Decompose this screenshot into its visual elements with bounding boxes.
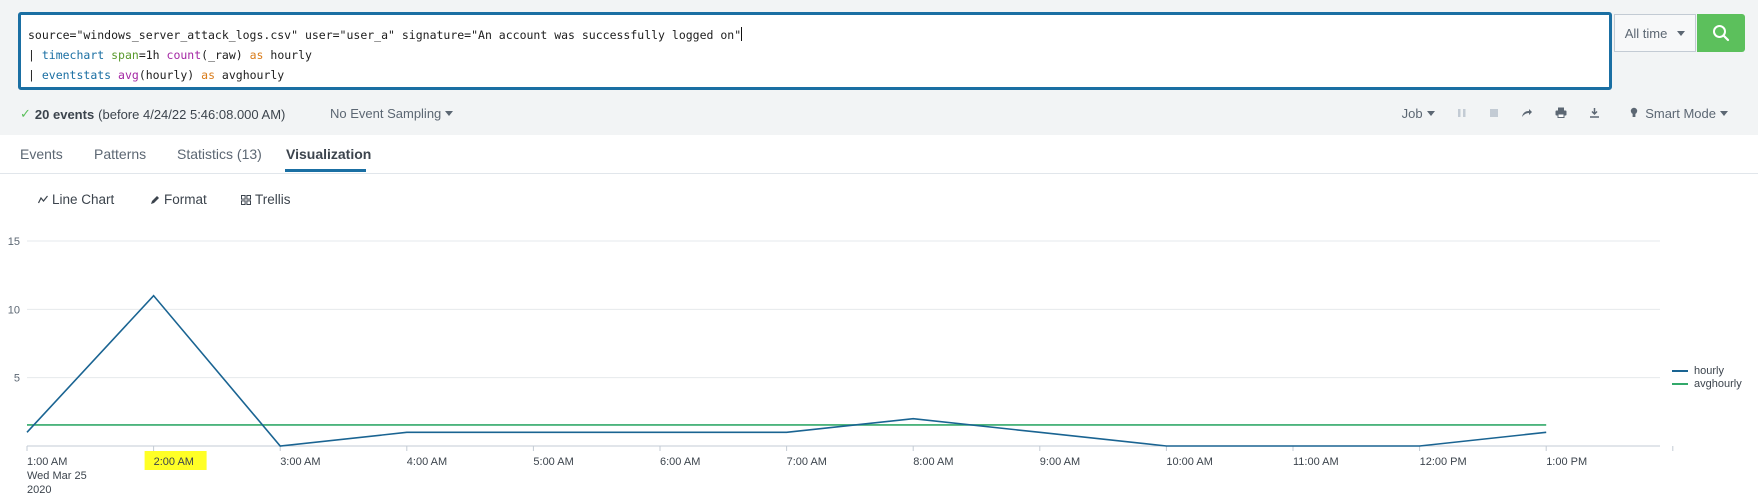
search-line-1-text: source="windows_server_attack_logs.csv" … (28, 28, 742, 42)
chart-type-label: Line Chart (52, 192, 115, 207)
stop-icon (1489, 109, 1498, 117)
chevron-down-icon (445, 111, 454, 116)
results-tabs: Events Patterns Statistics (13) Visualiz… (0, 135, 1758, 174)
job-controls: Job Smart Mode (1402, 106, 1728, 121)
x-tick-sublabel: 2020 (27, 484, 51, 496)
command-token: eventstats (41, 68, 112, 82)
pause-icon (1457, 109, 1466, 117)
as-keyword-token: as (201, 68, 215, 82)
event-time-bound: (before 4/24/22 5:46:08.000 AM) (98, 106, 286, 122)
trellis-button[interactable]: Trellis (241, 192, 291, 207)
search-mode-dropdown[interactable]: Smart Mode (1630, 106, 1728, 121)
job-menu[interactable]: Job (1402, 106, 1435, 121)
x-tick-label: 1:00 PM (1546, 456, 1587, 468)
chevron-down-icon (1426, 111, 1435, 116)
legend-swatch-avghourly (1672, 382, 1688, 385)
legend-swatch-hourly (1672, 369, 1688, 372)
tab-statistics[interactable]: Statistics (13) (177, 146, 262, 162)
y-tick-label: 5 (14, 373, 20, 385)
pipe-token: | (28, 68, 42, 82)
function-args-token: (hourly) (138, 68, 202, 82)
legend-item-avghourly[interactable]: avghourly (1672, 377, 1742, 390)
search-icon (1713, 25, 1730, 42)
job-status: ✓ 20 events (before 4/24/22 5:46:08.000 … (20, 106, 285, 122)
search-line-1: source="windows_server_attack_logs.csv" … (28, 25, 1602, 45)
function-token: count (166, 48, 202, 62)
x-tick-label: 3:00 AM (280, 456, 320, 468)
search-line-3: | eventstats avg(hourly) as avghourly (28, 65, 1602, 85)
y-tick-label: 15 (8, 236, 20, 248)
argument-value-token: =1h (138, 48, 167, 62)
field-name-token: avghourly (215, 68, 285, 82)
chevron-down-icon (1720, 111, 1728, 116)
field-name-token: hourly (263, 48, 312, 62)
stop-button[interactable] (1489, 106, 1499, 121)
line-chart-icon (38, 195, 48, 204)
pipe-token: | (28, 48, 42, 62)
x-tick-label: 12:00 PM (1420, 456, 1467, 468)
search-input[interactable]: source="windows_server_attack_logs.csv" … (18, 12, 1612, 90)
series-line-hourly (26, 294, 1547, 447)
chevron-down-icon (1677, 30, 1686, 36)
as-keyword-token: as (249, 48, 264, 62)
x-tick-sublabel: Wed Mar 25 (27, 470, 87, 482)
time-range-label: All time (1624, 25, 1668, 41)
legend-label-avghourly: avghourly (1694, 377, 1742, 390)
x-tick-label: 9:00 AM (1040, 456, 1080, 468)
tab-patterns[interactable]: Patterns (94, 146, 146, 162)
legend-label-hourly: hourly (1694, 364, 1724, 377)
format-button[interactable]: Format (150, 192, 207, 207)
x-tick-label: 2:00 AM (154, 456, 194, 468)
print-button[interactable] (1555, 106, 1567, 121)
tab-visualization[interactable]: Visualization (286, 146, 371, 162)
command-token: timechart (41, 48, 105, 62)
search-mode-label: Smart Mode (1645, 106, 1716, 121)
active-tab-indicator (285, 169, 366, 172)
chart-legend: hourly avghourly (1672, 364, 1742, 390)
chart-type-button[interactable]: Line Chart (38, 192, 114, 207)
text-caret (741, 27, 743, 41)
tab-events[interactable]: Events (20, 146, 63, 162)
search-button[interactable] (1697, 14, 1745, 52)
x-tick-label: 1:00 AM (27, 456, 67, 468)
legend-item-hourly[interactable]: hourly (1672, 364, 1742, 377)
event-count: 20 events (34, 106, 95, 122)
x-tick-label: 10:00 AM (1166, 456, 1212, 468)
event-sampling-label: No Event Sampling (330, 106, 442, 121)
job-label: Job (1401, 106, 1423, 121)
print-icon (1555, 107, 1567, 118)
y-tick-label: 10 (8, 304, 20, 316)
function-args-token: (_raw) (201, 48, 250, 62)
share-button[interactable] (1521, 106, 1533, 121)
x-tick-label: 5:00 AM (533, 456, 573, 468)
export-button[interactable] (1589, 106, 1600, 121)
x-tick-label: 4:00 AM (407, 456, 447, 468)
trellis-label: Trellis (255, 192, 291, 207)
argument-token: span (111, 48, 139, 62)
share-icon (1521, 109, 1532, 117)
pause-button[interactable] (1457, 106, 1467, 121)
grid-icon (241, 194, 251, 205)
search-line-2: | timechart span=1h count(_raw) as hourl… (28, 45, 1602, 65)
download-icon (1589, 108, 1599, 118)
x-tick-label: 8:00 AM (913, 456, 953, 468)
pencil-icon (151, 195, 159, 204)
lightbulb-icon (1630, 107, 1637, 117)
function-token: avg (118, 68, 139, 82)
x-tick-label: 6:00 AM (660, 456, 700, 468)
x-tick-label: 7:00 AM (787, 456, 827, 468)
x-tick-label: 11:00 AM (1293, 456, 1339, 468)
format-label: Format (164, 192, 207, 207)
event-sampling-dropdown[interactable]: No Event Sampling (330, 106, 454, 121)
check-icon: ✓ (20, 106, 31, 121)
line-chart: 5 10 15 1:00 AM 2:00 AM 3:00 AM 4:00 AM 5:00 AM… (8, 236, 1674, 496)
time-range-picker[interactable]: All time (1614, 14, 1696, 52)
